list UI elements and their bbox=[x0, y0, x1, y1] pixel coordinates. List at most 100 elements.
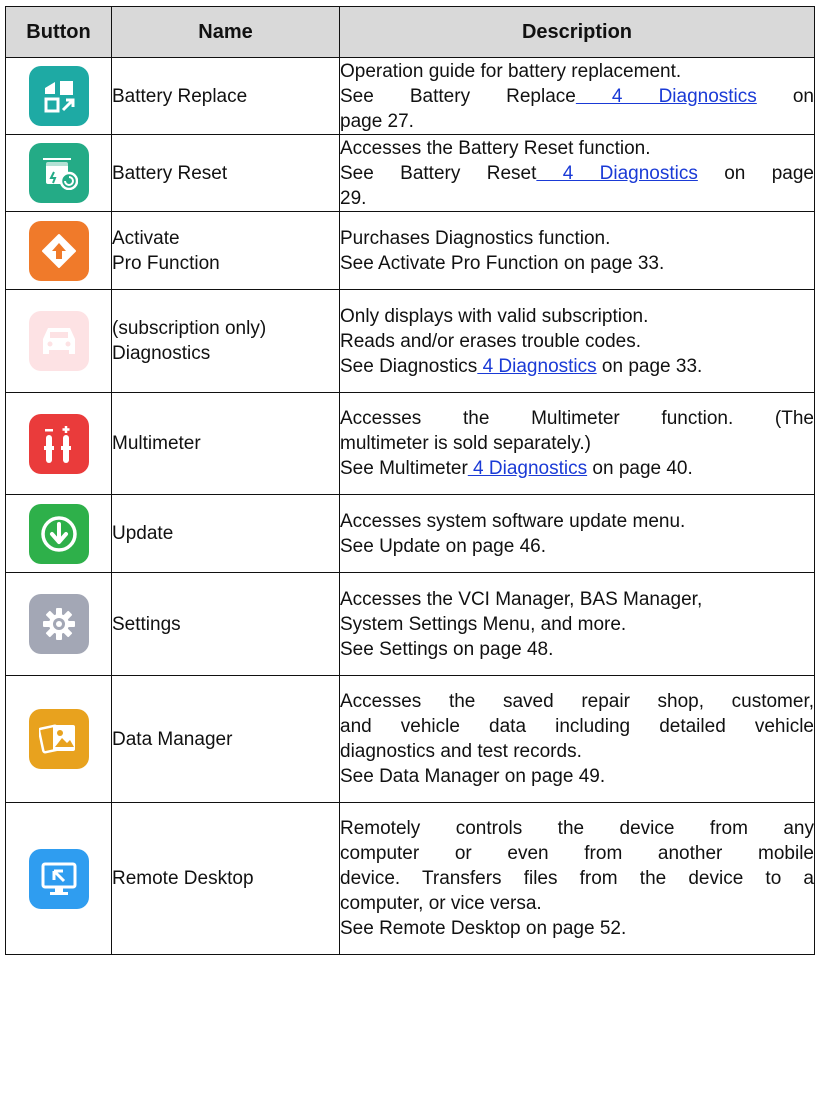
button-cell bbox=[5, 57, 112, 135]
button-name: (subscription only) bbox=[112, 318, 267, 339]
button-reference-table: Button Name Description Battery Replace O… bbox=[5, 6, 815, 955]
button-name: Remote Desktop bbox=[112, 868, 254, 889]
description-text: on bbox=[756, 85, 815, 107]
description-cell: Accesses system software update menu. See… bbox=[339, 494, 815, 573]
button-name: Diagnostics bbox=[112, 343, 211, 364]
description-text: See Battery Reset bbox=[340, 162, 537, 184]
description-cell: Operation guide for battery replacement.… bbox=[339, 57, 815, 135]
remote-desktop-icon bbox=[28, 848, 89, 909]
description-line: See Diagnostics 4 Diagnostics on page 33… bbox=[340, 354, 814, 379]
button-cell bbox=[5, 572, 112, 676]
description-line: See Multimeter 4 Diagnostics on page 40. bbox=[340, 456, 814, 481]
name-cell: Multimeter bbox=[111, 392, 340, 495]
description-cell: Accesses the saved repair shop, customer… bbox=[339, 675, 815, 803]
button-cell bbox=[5, 134, 112, 212]
diagnostics-link[interactable]: 4 Diagnostics bbox=[468, 458, 587, 479]
button-cell bbox=[5, 392, 112, 495]
button-name: Battery Reset bbox=[112, 162, 228, 184]
button-name: Settings bbox=[112, 613, 181, 635]
name-cell: Activate Pro Function bbox=[111, 211, 340, 290]
description-cell: Accesses the Battery Reset function. See … bbox=[339, 134, 815, 212]
diagnostics-link[interactable]: 4 Diagnostics bbox=[477, 356, 597, 377]
table-row: Remote Desktop Remotely controls the devi… bbox=[5, 802, 815, 955]
name-cell: Data Manager bbox=[111, 675, 340, 803]
description-line: computer, or vice versa. bbox=[340, 893, 542, 914]
description-line: Remotely controls the device from any bbox=[340, 818, 814, 839]
button-name: Battery Replace bbox=[112, 85, 248, 107]
description-line: See Remote Desktop on page 52. bbox=[340, 918, 627, 939]
description-line: Reads and/or erases trouble codes. bbox=[340, 330, 642, 352]
description-line: Accesses the VCI Manager, BAS Manager, bbox=[340, 588, 703, 610]
diagnostics-link[interactable]: 4 Diagnostics bbox=[576, 86, 757, 107]
description-text: See Diagnostics bbox=[340, 355, 478, 377]
description-cell: Remotely controls the device from any com… bbox=[339, 802, 815, 955]
button-cell bbox=[5, 802, 112, 955]
description-line: See Settings on page 48. bbox=[340, 638, 554, 660]
description-text: See Battery Replace bbox=[340, 85, 576, 107]
diagnostics-link[interactable]: 4 Diagnostics bbox=[536, 163, 698, 184]
button-cell bbox=[5, 211, 112, 290]
button-cell bbox=[5, 289, 112, 393]
update-icon bbox=[28, 503, 89, 564]
data-manager-icon bbox=[28, 709, 89, 769]
table-row: (subscription only) Diagnostics Only displ… bbox=[5, 289, 815, 393]
description-line: device. Transfers files from the device … bbox=[340, 868, 814, 889]
description-text: on page 33. bbox=[596, 355, 703, 377]
description-line: Accesses the Battery Reset function. bbox=[340, 137, 651, 159]
name-cell: Settings bbox=[111, 572, 340, 676]
table-row: Activate Pro Function Purchases Diagnostic… bbox=[5, 211, 815, 290]
button-name: Data Manager bbox=[112, 728, 233, 750]
description-line: Accesses system software update menu. bbox=[340, 510, 686, 532]
description-line: multimeter is sold separately.) bbox=[340, 433, 591, 454]
description-line: page 27. bbox=[340, 110, 414, 132]
description-text: See Multimeter bbox=[340, 458, 468, 479]
description-line: System Settings Menu, and more. bbox=[340, 613, 627, 635]
description-cell: Accesses the Multimeter function. (The mu… bbox=[339, 392, 815, 495]
header-description: Description bbox=[339, 6, 815, 58]
button-name: Pro Function bbox=[112, 252, 220, 274]
description-line: See Battery Reset 4 Diagnostics on page bbox=[340, 161, 814, 186]
description-line: See Data Manager on page 49. bbox=[340, 766, 606, 787]
button-cell bbox=[5, 675, 112, 803]
description-line: Accesses the Multimeter function. (The bbox=[340, 408, 814, 429]
header-button: Button bbox=[5, 6, 112, 58]
description-cell: Purchases Diagnostics function. See Activ… bbox=[339, 211, 815, 290]
battery-reset-icon bbox=[28, 143, 89, 203]
description-line: See Battery Replace 4 Diagnostics on bbox=[340, 84, 814, 109]
table-header-row: Button Name Description bbox=[5, 6, 815, 58]
table-row: Settings Accesses the VCI Manager, BAS Ma… bbox=[5, 572, 815, 676]
button-name: Multimeter bbox=[112, 433, 201, 454]
table-row: Data Manager Accesses the saved repair sh… bbox=[5, 675, 815, 803]
settings-gear-icon bbox=[28, 594, 89, 654]
description-line: Only displays with valid subscription. bbox=[340, 305, 649, 327]
description-line: Accesses the saved repair shop, customer… bbox=[340, 691, 814, 712]
multimeter-icon bbox=[28, 413, 89, 474]
description-line: Operation guide for battery replacement. bbox=[340, 60, 682, 82]
table-row: Multimeter Accesses the Multimeter functi… bbox=[5, 392, 815, 495]
name-cell: (subscription only) Diagnostics bbox=[111, 289, 340, 393]
description-line: 29. bbox=[340, 187, 367, 209]
header-name: Name bbox=[111, 6, 340, 58]
description-line: computer or even from another mobile bbox=[340, 843, 814, 864]
name-cell: Battery Reset bbox=[111, 134, 340, 212]
description-cell: Accesses the VCI Manager, BAS Manager, Sy… bbox=[339, 572, 815, 676]
description-line: Purchases Diagnostics function. bbox=[340, 227, 611, 249]
button-cell bbox=[5, 494, 112, 573]
description-line: and vehicle data including detailed vehi… bbox=[340, 716, 814, 737]
description-line: See Activate Pro Function on page 33. bbox=[340, 252, 665, 274]
battery-replace-icon bbox=[28, 66, 89, 126]
description-line: diagnostics and test records. bbox=[340, 741, 582, 762]
name-cell: Update bbox=[111, 494, 340, 573]
name-cell: Battery Replace bbox=[111, 57, 340, 135]
button-name: Activate bbox=[112, 227, 180, 249]
table-row: Battery Replace Operation guide for batte… bbox=[5, 57, 815, 135]
button-name: Update bbox=[112, 523, 174, 544]
name-cell: Remote Desktop bbox=[111, 802, 340, 955]
description-text: on page bbox=[697, 162, 814, 184]
description-text: on page 40. bbox=[587, 458, 693, 479]
table-row: Update Accesses system software update me… bbox=[5, 494, 815, 573]
description-line: See Update on page 46. bbox=[340, 535, 547, 557]
diagnostics-car-icon bbox=[28, 311, 89, 371]
activate-pro-icon bbox=[28, 220, 89, 281]
table-row: Battery Reset Accesses the Battery Reset … bbox=[5, 134, 815, 212]
